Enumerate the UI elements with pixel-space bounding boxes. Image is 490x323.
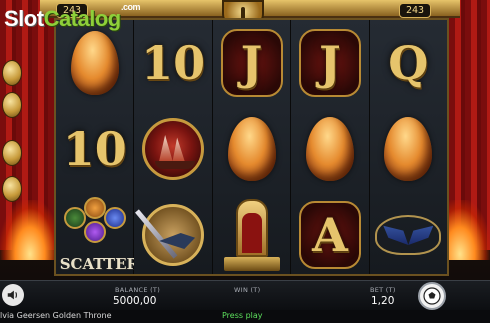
symbol-dagger [134,192,211,278]
dragon-egg-icon [70,31,119,95]
symbol-j: J [291,20,368,106]
blue-gem-icon [103,207,126,229]
balance-value: 5000,00 [113,295,157,307]
symbol-q-label: Q [388,36,429,90]
symbol-ten-label: 10 [141,36,206,90]
dragon-egg-icon [305,117,354,181]
sound-toggle-button[interactable] [2,284,24,306]
dragon-egg-icon [227,117,276,181]
speaker-icon [7,290,17,300]
symbol-q: Q [370,20,447,106]
symbol-j: J [213,20,290,106]
bet-value[interactable]: 1,20 [371,295,394,307]
symbol-ship [134,106,211,192]
spin-button[interactable] [418,282,446,310]
dagger-shield-icon [142,204,205,266]
win-label: WIN (T) [234,286,261,294]
reel-1: 10 SCATTER [56,20,139,274]
symbol-a-label: A [312,208,348,262]
purple-gem-icon [83,221,106,243]
reel-4: J A [291,20,370,274]
reel-grid: 10 SCATTER 10 J J A Q [54,18,449,276]
symbol-mask [370,192,447,278]
symbol-throne [213,192,290,278]
soccer-ball-icon [423,287,441,305]
symbol-ten: 10 [134,20,211,106]
game-title: lvia Geersen Golden Throne [0,311,112,320]
symbol-egg [56,20,133,106]
watermark-logo: SlotCatalog .com [4,2,141,31]
coin-icon [2,92,22,118]
dragon-egg-icon [384,117,433,181]
symbol-egg [291,106,368,192]
status-text: Press play [222,311,263,320]
reel-3: J [212,20,292,274]
orange-gem-icon [83,197,106,219]
symbol-scatter: SCATTER [56,192,139,278]
mask-icon [375,215,442,255]
symbol-egg [370,106,447,192]
coin-icon [2,60,22,86]
bet-label: BET (T) [370,286,396,294]
reel-2: 10 [134,20,213,274]
green-gem-icon [63,207,86,229]
throne-icon [223,199,280,271]
balance-label: BALANCE (T) [115,286,161,294]
game-stage: 243 243 10 SCATTER 10 J J A Q SlotCatalo… [0,0,490,280]
symbol-j-label: J [240,36,263,90]
symbol-ten-label: 10 [62,122,127,176]
scatter-label: SCATTER [59,255,139,273]
symbol-egg [213,106,290,192]
coin-icon [2,140,22,166]
footer-bar: lvia Geersen Golden Throne Press play [0,310,490,323]
ways-counter-right: 243 [399,3,432,18]
info-bar: BALANCE (T) 5000,00 WIN (T) BET (T) 1,20 [0,280,490,310]
symbol-a: A [291,192,368,278]
symbol-j-label: J [319,36,341,90]
coin-icon [2,176,22,202]
left-fire [0,200,60,260]
ship-icon [142,118,205,180]
reel-5: Q [369,20,448,274]
symbol-ten: 10 [56,106,133,192]
